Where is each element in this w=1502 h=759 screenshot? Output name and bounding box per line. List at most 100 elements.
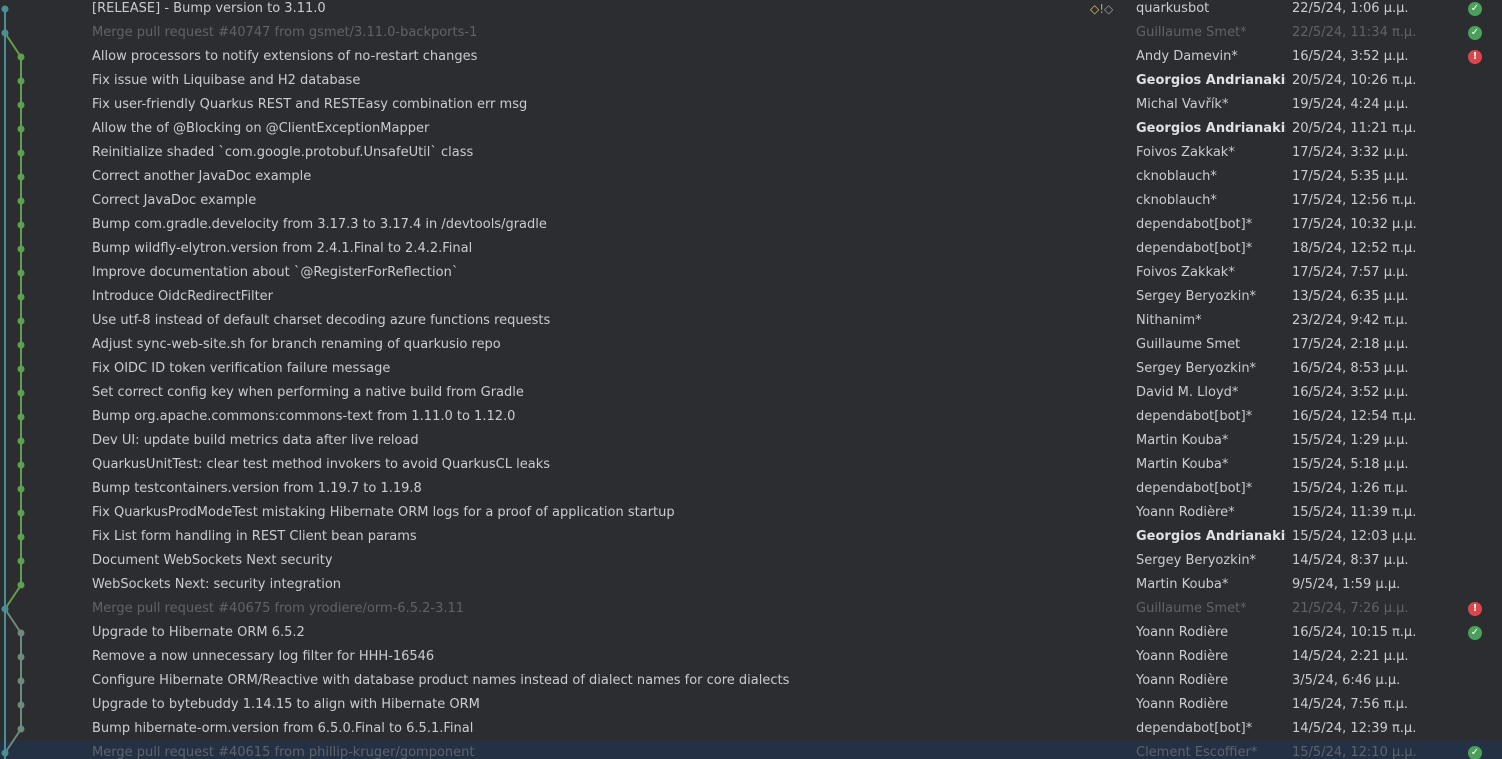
commit-date: 20/5/24, 10:26 π.μ. xyxy=(1292,73,1417,88)
tag-icon[interactable]: ◇!◇ xyxy=(1090,0,1130,21)
commit-author: Yoann Rodière xyxy=(1136,697,1229,712)
commit-row[interactable]: Fix OIDC ID token verification failure m… xyxy=(0,357,1502,381)
commit-date: 17/5/24, 3:32 μ.μ. xyxy=(1292,145,1409,160)
check-success-icon[interactable]: ✓ xyxy=(1468,626,1482,640)
commit-date: 15/5/24, 1:26 π.μ. xyxy=(1292,481,1409,496)
commit-author: Guillaume Smet* xyxy=(1136,25,1247,40)
commit-author: Martin Kouba* xyxy=(1136,433,1229,448)
commit-row[interactable]: Reinitialize shaded `com.google.protobuf… xyxy=(0,141,1502,165)
commit-row[interactable]: Use utf-8 instead of default charset dec… xyxy=(0,309,1502,333)
check-failure-icon[interactable]: ! xyxy=(1468,50,1482,64)
commit-author: Sergey Beryozkin* xyxy=(1136,553,1257,568)
commit-row[interactable]: Fix QuarkusProdModeTest mistaking Hibern… xyxy=(0,501,1502,525)
commit-date: 14/5/24, 7:56 π.μ. xyxy=(1292,697,1409,712)
commit-subject: Bump org.apache.commons:commons-text fro… xyxy=(92,409,516,424)
commit-date: 19/5/24, 4:24 μ.μ. xyxy=(1292,97,1409,112)
commit-date: 14/5/24, 2:21 μ.μ. xyxy=(1292,649,1409,664)
commit-subject: Fix issue with Liquibase and H2 database xyxy=(92,73,361,88)
commit-subject: Bump hibernate-orm.version from 6.5.0.Fi… xyxy=(92,721,474,736)
commit-row[interactable]: Fix List form handling in REST Client be… xyxy=(0,525,1502,549)
commit-subject: Fix QuarkusProdModeTest mistaking Hibern… xyxy=(92,505,675,520)
commit-author: Yoann Rodière* xyxy=(1136,505,1235,520)
commit-row[interactable]: [RELEASE] - Bump version to 3.11.0 ◇!◇ qua… xyxy=(0,0,1502,21)
commit-row[interactable]: WebSockets Next: security integration Mar… xyxy=(0,573,1502,597)
commit-row[interactable]: Dev UI: update build metrics data after … xyxy=(0,429,1502,453)
commit-row[interactable]: Upgrade to bytebuddy 1.14.15 to align wi… xyxy=(0,693,1502,717)
commit-subject: Upgrade to bytebuddy 1.14.15 to align wi… xyxy=(92,697,480,712)
commit-row[interactable]: Bump wildfly-elytron.version from 2.4.1.… xyxy=(0,237,1502,261)
commit-date: 15/5/24, 5:18 μ.μ. xyxy=(1292,457,1409,472)
check-failure-icon[interactable]: ! xyxy=(1468,602,1482,616)
commit-date: 22/5/24, 11:34 π.μ. xyxy=(1292,25,1417,40)
commit-row[interactable]: Bump org.apache.commons:commons-text fro… xyxy=(0,405,1502,429)
commit-author: Foivos Zakkak* xyxy=(1136,265,1235,280)
commit-author: Georgios Andrianakis* xyxy=(1136,73,1286,88)
commit-row[interactable]: Allow processors to notify extensions of… xyxy=(0,45,1502,69)
commit-subject: Configure Hibernate ORM/Reactive with da… xyxy=(92,673,790,688)
commit-row[interactable]: Merge pull request #40675 from yrodiere/… xyxy=(0,597,1502,621)
commit-date: 15/5/24, 1:29 μ.μ. xyxy=(1292,433,1409,448)
commit-date: 17/5/24, 12:56 π.μ. xyxy=(1292,193,1417,208)
commit-row[interactable]: Correct JavaDoc example cknoblauch* 17/5/2… xyxy=(0,189,1502,213)
commit-subject: Use utf-8 instead of default charset dec… xyxy=(92,313,551,328)
commit-row[interactable]: Merge pull request #40747 from gsmet/3.1… xyxy=(0,21,1502,45)
commit-author: Martin Kouba* xyxy=(1136,577,1229,592)
commit-row[interactable]: Remove a now unnecessary log filter for … xyxy=(0,645,1502,669)
commit-row[interactable]: Document WebSockets Next security Sergey … xyxy=(0,549,1502,573)
commit-author: dependabot[bot]* xyxy=(1136,217,1253,232)
commit-subject: Reinitialize shaded `com.google.protobuf… xyxy=(92,145,474,160)
commit-row[interactable]: Bump hibernate-orm.version from 6.5.0.Fi… xyxy=(0,717,1502,741)
commit-subject: Adjust sync-web-site.sh for branch renam… xyxy=(92,337,501,352)
commit-row[interactable]: Correct another JavaDoc example cknoblauc… xyxy=(0,165,1502,189)
commit-row[interactable]: Upgrade to Hibernate ORM 6.5.2 Yoann Rodi… xyxy=(0,621,1502,645)
commit-date: 16/5/24, 12:54 π.μ. xyxy=(1292,409,1417,424)
commit-author: Yoann Rodière xyxy=(1136,625,1229,640)
commit-row[interactable]: Adjust sync-web-site.sh for branch renam… xyxy=(0,333,1502,357)
commit-subject: Dev UI: update build metrics data after … xyxy=(92,433,419,448)
commit-row[interactable]: Improve documentation about `@RegisterFo… xyxy=(0,261,1502,285)
commit-row[interactable]: Bump com.gradle.develocity from 3.17.3 t… xyxy=(0,213,1502,237)
commit-row[interactable]: QuarkusUnitTest: clear test method invok… xyxy=(0,453,1502,477)
commit-date: 15/5/24, 12:10 μ.μ. xyxy=(1292,745,1417,759)
commit-subject: Improve documentation about `@RegisterFo… xyxy=(92,265,459,280)
commit-subject: Fix OIDC ID token verification failure m… xyxy=(92,361,391,376)
commit-author: Martin Kouba* xyxy=(1136,457,1229,472)
commit-date: 13/5/24, 6:35 μ.μ. xyxy=(1292,289,1409,304)
commit-row[interactable]: Allow the of @Blocking on @ClientExcepti… xyxy=(0,117,1502,141)
commit-row[interactable]: Introduce OidcRedirectFilter Sergey Beryo… xyxy=(0,285,1502,309)
commit-author: Sergey Beryozkin* xyxy=(1136,361,1257,376)
check-success-icon[interactable]: ✓ xyxy=(1468,26,1482,40)
commit-row[interactable]: Fix issue with Liquibase and H2 database… xyxy=(0,69,1502,93)
commit-subject: Merge pull request #40675 from yrodiere/… xyxy=(92,601,465,616)
commit-row[interactable]: Fix user-friendly Quarkus REST and RESTE… xyxy=(0,93,1502,117)
commit-date: 15/5/24, 12:03 μ.μ. xyxy=(1292,529,1417,544)
commit-author: cknoblauch* xyxy=(1136,193,1217,208)
commit-author: dependabot[bot]* xyxy=(1136,481,1253,496)
commit-subject: Merge pull request #40747 from gsmet/3.1… xyxy=(92,25,478,40)
commit-author: Guillaume Smet xyxy=(1136,337,1241,352)
commit-row[interactable]: Merge pull request #40615 from phillip-k… xyxy=(0,741,1502,759)
commit-subject: Merge pull request #40615 from phillip-k… xyxy=(92,745,475,759)
check-success-icon[interactable]: ✓ xyxy=(1468,746,1482,759)
commit-subject: Allow the of @Blocking on @ClientExcepti… xyxy=(92,121,430,136)
commit-author: David M. Lloyd* xyxy=(1136,385,1239,400)
commit-date: 18/5/24, 12:52 π.μ. xyxy=(1292,241,1417,256)
commit-subject: WebSockets Next: security integration xyxy=(92,577,342,592)
commit-row[interactable]: Bump testcontainers.version from 1.19.7 … xyxy=(0,477,1502,501)
commit-author: dependabot[bot]* xyxy=(1136,721,1253,736)
commit-author: Guillaume Smet* xyxy=(1136,601,1247,616)
commit-subject: Bump com.gradle.develocity from 3.17.3 t… xyxy=(92,217,547,232)
commit-date: 22/5/24, 1:06 μ.μ. xyxy=(1292,1,1409,16)
commit-row[interactable]: Configure Hibernate ORM/Reactive with da… xyxy=(0,669,1502,693)
commit-subject: Fix user-friendly Quarkus REST and RESTE… xyxy=(92,97,528,112)
commit-log-table: [RELEASE] - Bump version to 3.11.0 ◇!◇ qua… xyxy=(0,0,1502,759)
commit-author: cknoblauch* xyxy=(1136,169,1217,184)
commit-author: Michal Vavřík* xyxy=(1136,97,1229,112)
commit-row[interactable]: Set correct config key when performing a… xyxy=(0,381,1502,405)
commit-subject: Allow processors to notify extensions of… xyxy=(92,49,478,64)
commit-author: Andy Damevin* xyxy=(1136,49,1238,64)
commit-date: 17/5/24, 7:57 μ.μ. xyxy=(1292,265,1409,280)
commit-author: Yoann Rodière xyxy=(1136,673,1229,688)
commit-date: 14/5/24, 12:39 π.μ. xyxy=(1292,721,1417,736)
check-success-icon[interactable]: ✓ xyxy=(1468,2,1482,16)
